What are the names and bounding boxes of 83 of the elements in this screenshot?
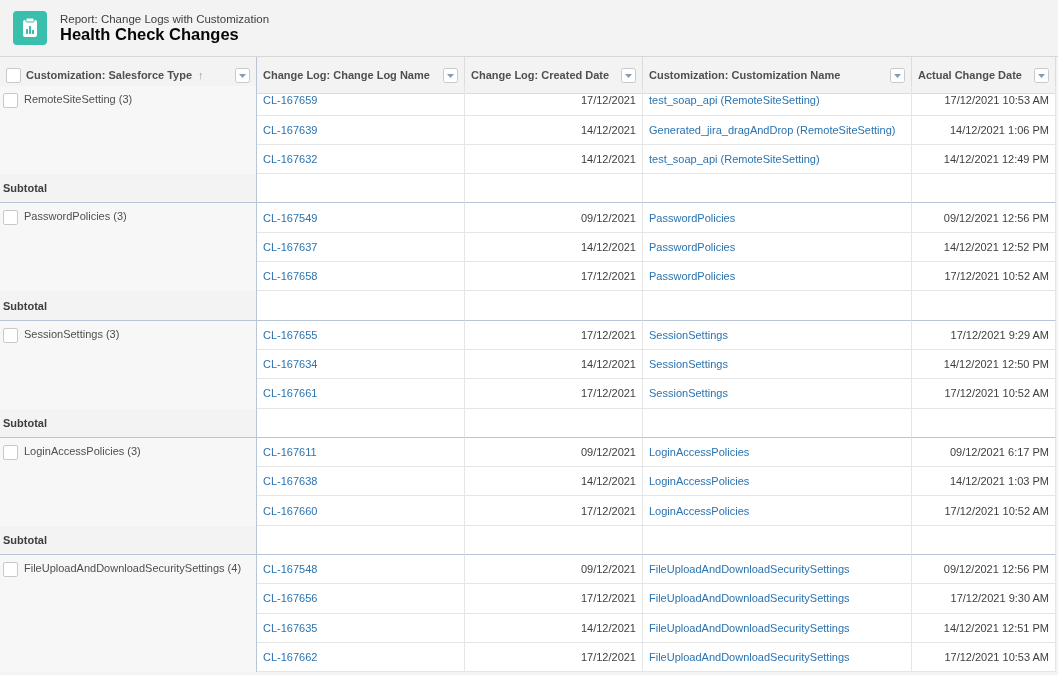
table-cell: 14/12/2021 12:51 PM [912,613,1056,643]
table-cell: 09/12/2021 [465,203,643,233]
column-header[interactable]: Change Log: Created Date [465,57,643,94]
dropdown-icon[interactable] [443,67,458,83]
record-link[interactable]: CL-167659 [257,86,465,116]
table-cell: 14/12/2021 [465,115,643,145]
table-cell: 17/12/2021 [465,496,643,526]
table-cell: 14/12/2021 [465,467,643,497]
table-cell: 17/12/2021 9:30 AM [912,584,1056,614]
record-link[interactable]: CL-167639 [257,115,465,145]
record-link[interactable]: SessionSettings [643,349,912,380]
table-cell: 17/12/2021 [465,320,643,350]
column-header[interactable]: Customization: Customization Name [643,57,912,94]
table-cell: 17/12/2021 10:53 AM [912,86,1056,116]
record-link[interactable]: CL-167662 [257,642,465,673]
table-cell: 14/12/2021 12:52 PM [912,232,1056,263]
column-header[interactable]: Actual Change Date [912,57,1056,94]
table-cell: 17/12/2021 [465,86,643,116]
table-cell: 17/12/2021 10:53 AM [912,642,1056,673]
subtotal-label: Subtotal [0,291,257,321]
record-link[interactable]: FileUploadAndDownloadSecuritySettings [643,642,912,673]
table-cell: 09/12/2021 12:56 PM [912,203,1056,233]
checkbox[interactable] [3,444,18,460]
record-link[interactable]: FileUploadAndDownloadSecuritySettings [643,555,912,585]
record-link[interactable]: CL-167638 [257,467,465,497]
group-label: PasswordPolicies (3) [24,210,127,223]
subtotal-label: Subtotal [0,174,257,204]
record-link[interactable]: LoginAccessPolicies [643,437,912,468]
table-cell: 17/12/2021 10:52 AM [912,496,1056,526]
group-label: FileUploadAndDownloadSecuritySettings (4) [24,562,242,575]
record-link[interactable]: CL-167635 [257,613,465,643]
dropdown-icon[interactable] [890,67,905,83]
record-link[interactable]: SessionSettings [643,320,912,350]
record-link[interactable]: CL-167655 [257,320,465,350]
table-cell: 14/12/2021 [465,232,643,263]
dropdown-icon[interactable] [621,67,636,83]
report-icon [13,11,47,45]
record-link[interactable]: FileUploadAndDownloadSecuritySettings [643,584,912,614]
group-label: SessionSettings (3) [24,327,120,340]
subtotal-label: Subtotal [0,525,257,556]
record-link[interactable]: FileUploadAndDownloadSecuritySettings [643,613,912,643]
record-link[interactable]: Generated_jira_dragAndDrop (RemoteSiteSetting) [643,115,912,145]
dropdown-icon[interactable] [1034,67,1049,83]
record-link[interactable]: CL-167637 [257,232,465,263]
table-cell: 17/12/2021 10:52 AM [912,379,1056,409]
checkbox[interactable] [3,562,18,578]
record-link[interactable]: PasswordPolicies [643,203,912,233]
table-cell: 17/12/2021 9:29 AM [912,320,1056,350]
table-cell: 14/12/2021 1:03 PM [912,467,1056,497]
record-link[interactable]: SessionSettings [643,379,912,409]
table-cell: 14/12/2021 12:50 PM [912,349,1056,380]
record-link[interactable]: CL-167656 [257,584,465,614]
table-cell: 09/12/2021 12:56 PM [912,555,1056,585]
record-link[interactable]: CL-167611 [257,437,465,468]
column-header[interactable]: Change Log: Change Log Name [257,57,465,94]
table-cell: 09/12/2021 [465,555,643,585]
group-label: LoginAccessPolicies (3) [24,444,141,457]
table-cell: 14/12/2021 [465,613,643,643]
record-link[interactable]: CL-167548 [257,555,465,585]
record-link[interactable]: test_soap_api (RemoteSiteSetting) [643,86,912,116]
record-link[interactable]: CL-167634 [257,349,465,380]
checkbox[interactable] [3,327,18,343]
report-title: Health Check Changes [60,24,240,44]
checkbox[interactable] [3,210,18,226]
table-cell: 17/12/2021 [465,379,643,409]
record-link[interactable]: CL-167549 [257,203,465,233]
record-link[interactable]: LoginAccessPolicies [643,467,912,497]
report-type: Report: Change Logs with Customization [60,12,270,25]
record-link[interactable]: PasswordPolicies [643,232,912,263]
table-cell: 14/12/2021 1:06 PM [912,115,1056,145]
checkbox[interactable] [3,93,18,109]
table-cell: 17/12/2021 [465,642,643,673]
record-link[interactable]: CL-167661 [257,379,465,409]
table-cell: 09/12/2021 [465,437,643,468]
checkbox[interactable] [6,67,21,83]
table-cell: 17/12/2021 [465,584,643,614]
table-cell: 09/12/2021 6:17 PM [912,437,1056,468]
table-cell: 14/12/2021 [465,349,643,380]
record-link[interactable]: CL-167660 [257,496,465,526]
record-link[interactable]: LoginAccessPolicies [643,496,912,526]
dropdown-icon[interactable] [235,67,250,83]
group-label: RemoteSiteSetting (3) [24,93,133,106]
subtotal-label: Subtotal [0,408,257,438]
